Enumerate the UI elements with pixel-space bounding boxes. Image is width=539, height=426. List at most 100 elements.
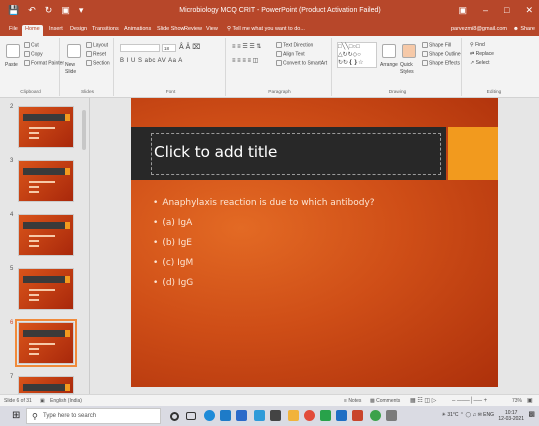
align-buttons[interactable]: ≡ ≡ ≡ ≡ ◫ — [232, 58, 258, 65]
paste-icon[interactable] — [6, 44, 20, 58]
grow-font-icon[interactable]: Â Ǎ ⌧ — [179, 44, 200, 51]
text-direction-button[interactable]: Text Direction — [276, 42, 313, 49]
language-indicator[interactable]: English (India) — [50, 398, 82, 405]
convert-smartart-button[interactable]: Convert to SmartArt — [276, 60, 327, 67]
app-icon[interactable] — [270, 410, 281, 421]
slide-thumbnail[interactable] — [18, 268, 74, 310]
word-icon[interactable] — [336, 410, 347, 421]
browser-icon[interactable] — [370, 410, 381, 421]
quick-styles-icon[interactable] — [402, 44, 416, 58]
start-from-beginning-icon[interactable]: ▣ — [61, 6, 70, 15]
bullet-icon: • — [153, 278, 159, 288]
undo-icon[interactable]: ↶ — [28, 6, 36, 15]
tab-transitions[interactable]: Transitions — [89, 25, 122, 36]
taskbar-search-box[interactable]: ⚲ Type here to search — [26, 408, 161, 424]
photos-icon[interactable] — [254, 410, 265, 421]
close-icon[interactable]: ✕ — [525, 5, 533, 16]
tab-file[interactable]: File — [6, 25, 21, 36]
select-button[interactable]: ↗ Select — [470, 60, 490, 67]
list-buttons[interactable]: ≡ ≡ ☰ ☰ ⇅ — [232, 44, 261, 51]
minimize-icon[interactable]: – — [483, 5, 488, 16]
arrange-button[interactable]: Arrange — [380, 62, 398, 69]
powerpoint-icon[interactable] — [352, 410, 363, 421]
spellcheck-icon[interactable]: ▣ — [40, 398, 45, 405]
maximize-icon[interactable]: □ — [504, 5, 509, 16]
fit-slide-icon[interactable]: ▣ — [527, 398, 533, 405]
chrome-icon[interactable] — [304, 410, 315, 421]
weather-temp[interactable]: 31°C — [447, 412, 458, 418]
text-direction-icon — [276, 42, 282, 48]
section-button[interactable]: Section — [86, 60, 110, 67]
redo-icon[interactable]: ↻ — [45, 6, 53, 15]
cortana-icon[interactable] — [170, 412, 179, 421]
search-icon: ⚲ — [32, 412, 38, 421]
thumbnail-line — [29, 240, 39, 242]
slide-content-box[interactable]: • Anaphylaxis reaction is due to which an… — [153, 198, 375, 298]
quick-styles-button[interactable]: Quick Styles — [400, 62, 420, 76]
format-painter-button[interactable]: Format Painter — [24, 60, 64, 67]
task-view-icon[interactable] — [186, 412, 196, 420]
tray-icons[interactable]: ⌃ ◯ ♫ ✉ — [460, 412, 483, 418]
file-explorer-icon[interactable] — [288, 410, 299, 421]
align-text-icon — [276, 51, 282, 57]
cut-button[interactable]: Cut — [24, 42, 39, 49]
shape-fill-label: Shape Fill — [429, 42, 452, 49]
view-buttons[interactable]: ▦ ☷ ◫ ▷ — [410, 398, 436, 405]
slide-thumbnail[interactable] — [18, 214, 74, 256]
editing-group-label: Editing — [486, 90, 502, 95]
mail-icon[interactable] — [236, 410, 247, 421]
tab-home[interactable]: Home — [22, 25, 43, 36]
input-language[interactable]: ENG — [483, 412, 494, 418]
layout-button[interactable]: Layout — [86, 42, 108, 49]
shape-fill-button[interactable]: Shape Fill — [422, 42, 451, 49]
clock[interactable]: 10:17 12-03-2021 — [498, 410, 524, 422]
zoom-slider[interactable]: – ───│── + — [452, 398, 487, 405]
notes-button[interactable]: ≡ Notes — [344, 398, 361, 405]
font-format-row[interactable]: B I U S abc AV Aa A — [120, 58, 183, 65]
shape-outline-button[interactable]: Shape Outline — [422, 51, 461, 58]
copy-button[interactable]: Copy — [24, 51, 43, 58]
ribbon-display-icon[interactable]: ▣ — [458, 5, 467, 16]
align-text-button[interactable]: Align Text — [276, 51, 305, 58]
reset-button[interactable]: Reset — [86, 51, 106, 58]
current-slide[interactable]: Click to add title • Anaphylaxis reaction… — [131, 98, 498, 387]
font-size-field[interactable]: 18 — [162, 44, 176, 52]
tab-insert[interactable]: Insert — [46, 25, 66, 36]
font-name-field[interactable] — [120, 44, 160, 52]
arrange-icon[interactable] — [382, 44, 396, 58]
scrollbar-thumb[interactable] — [82, 110, 86, 150]
thumbnail-title-bar — [23, 168, 65, 175]
title-placeholder-text[interactable]: Click to add title — [154, 143, 277, 161]
shapes-gallery[interactable]: □╲╲□○□ △↻↻◇○ ↻↻❴❵☆ — [337, 42, 377, 68]
new-slide-button[interactable]: New Slide — [65, 62, 85, 76]
share-button[interactable]: ☻ Share — [513, 26, 535, 32]
find-button[interactable]: ⚲ Find — [470, 42, 485, 49]
tab-design[interactable]: Design — [67, 25, 90, 36]
tab-review[interactable]: Review — [181, 25, 205, 36]
tell-me-box[interactable]: ⚲ Tell me what you want to do... — [224, 25, 308, 36]
slide-thumbnail[interactable] — [18, 160, 74, 202]
account-email[interactable]: parvezmi8@gmail.com — [451, 26, 507, 32]
customize-toolbar-icon[interactable]: ▾ — [79, 6, 84, 15]
whatsapp-icon[interactable] — [320, 410, 331, 421]
notification-icon[interactable]: ▩ — [528, 411, 535, 418]
pinned-app-icon[interactable] — [386, 410, 397, 421]
zoom-level[interactable]: 73% — [512, 398, 522, 405]
thumbnails-scrollbar[interactable] — [81, 102, 87, 392]
replace-button[interactable]: ⇄ Replace — [470, 51, 494, 58]
thumbnail-title-bar — [23, 114, 65, 121]
shape-effects-button[interactable]: Shape Effects — [422, 60, 460, 67]
comments-button[interactable]: ▩ Comments — [370, 398, 400, 405]
paste-button[interactable]: Paste — [5, 62, 18, 69]
windows-start-icon[interactable]: ⊞ — [12, 410, 20, 421]
slide-thumbnail-selected[interactable] — [15, 319, 77, 367]
save-icon[interactable]: 💾 — [8, 6, 19, 15]
new-slide-icon[interactable] — [67, 44, 81, 58]
store-icon[interactable] — [220, 410, 231, 421]
tab-animations[interactable]: Animations — [121, 25, 154, 36]
tab-view[interactable]: View — [203, 25, 221, 36]
edge-icon[interactable] — [204, 410, 215, 421]
tell-me-text: Tell me what you want to do... — [232, 26, 305, 32]
slide-thumbnail[interactable] — [18, 106, 74, 148]
slide-thumbnail[interactable] — [18, 376, 74, 394]
